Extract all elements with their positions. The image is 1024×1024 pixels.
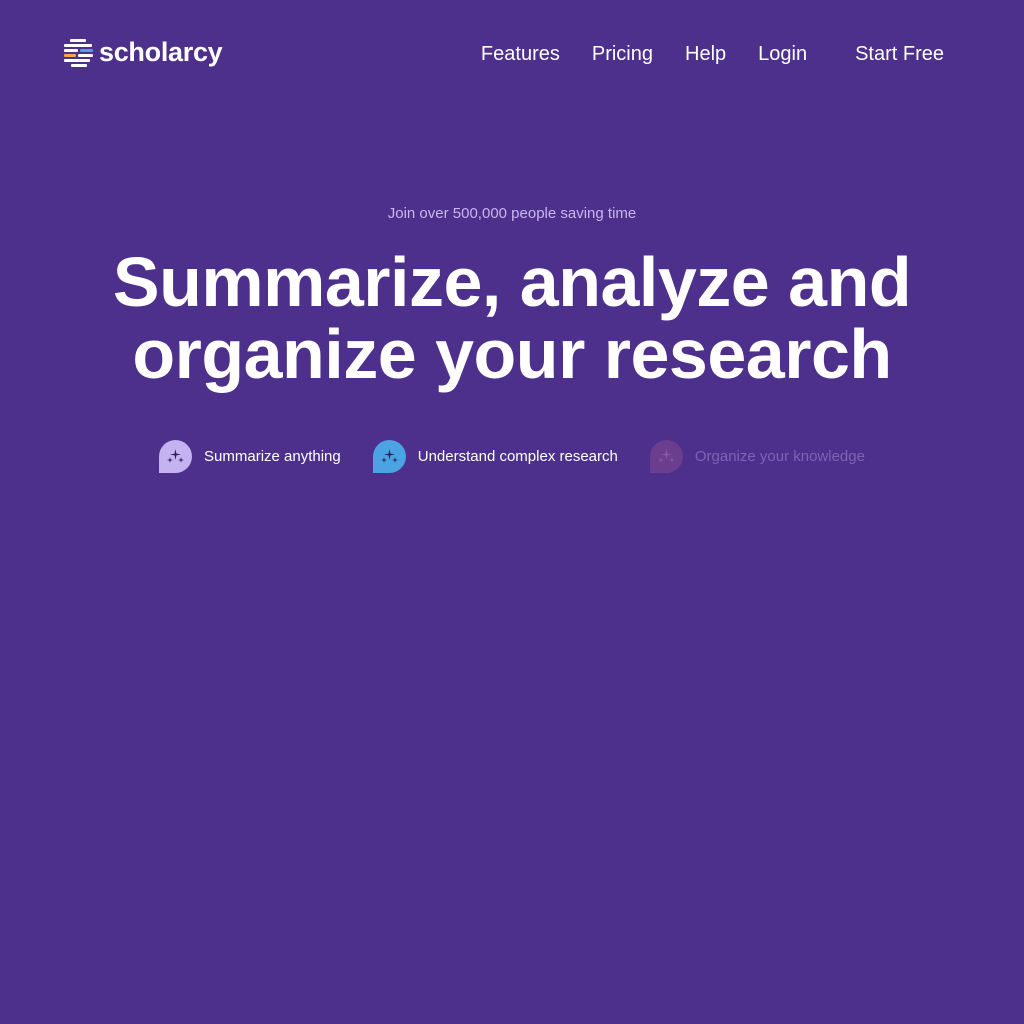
stacked-bars-logo-icon — [64, 39, 93, 67]
feature-tab-summarize[interactable]: Summarize anything — [159, 440, 341, 473]
nav-link-help[interactable]: Help — [685, 40, 726, 68]
headline-line-2: organize your research — [132, 315, 892, 393]
nav-link-login[interactable]: Login — [758, 40, 807, 68]
sparkle-chat-icon — [372, 440, 406, 473]
hero-eyebrow: Join over 500,000 people saving time — [387, 205, 637, 222]
nav-link-features[interactable]: Features — [481, 40, 560, 68]
start-free-button[interactable]: Start Free — [855, 40, 944, 68]
feature-tabs: Summarize anything Understand complex re… — [0, 440, 1024, 473]
hero-section: Join over 500,000 people saving time Sum… — [0, 200, 1024, 390]
nav-link-pricing[interactable]: Pricing — [592, 40, 653, 68]
feature-tab-organize[interactable]: Organize your knowledge — [649, 440, 865, 473]
sparkle-chat-icon — [649, 440, 683, 473]
brand-name: scholarcy — [99, 36, 223, 67]
headline-line-1: Summarize, analyze and — [112, 243, 912, 321]
feature-label-organize: Organize your knowledge — [694, 447, 865, 465]
sparkle-chat-icon — [159, 440, 193, 473]
main-nav: Features Pricing Help Login Start Free — [481, 40, 944, 68]
feature-tab-understand[interactable]: Understand complex research — [372, 440, 618, 473]
logo-link[interactable]: scholarcy — [64, 36, 223, 68]
feature-label-summarize: Summarize anything — [204, 447, 341, 465]
hero-headline: Summarize, analyze and organize your res… — [0, 246, 1024, 390]
feature-label-understand: Understand complex research — [417, 447, 618, 465]
site-header: scholarcy Features Pricing Help Login St… — [0, 0, 1024, 108]
